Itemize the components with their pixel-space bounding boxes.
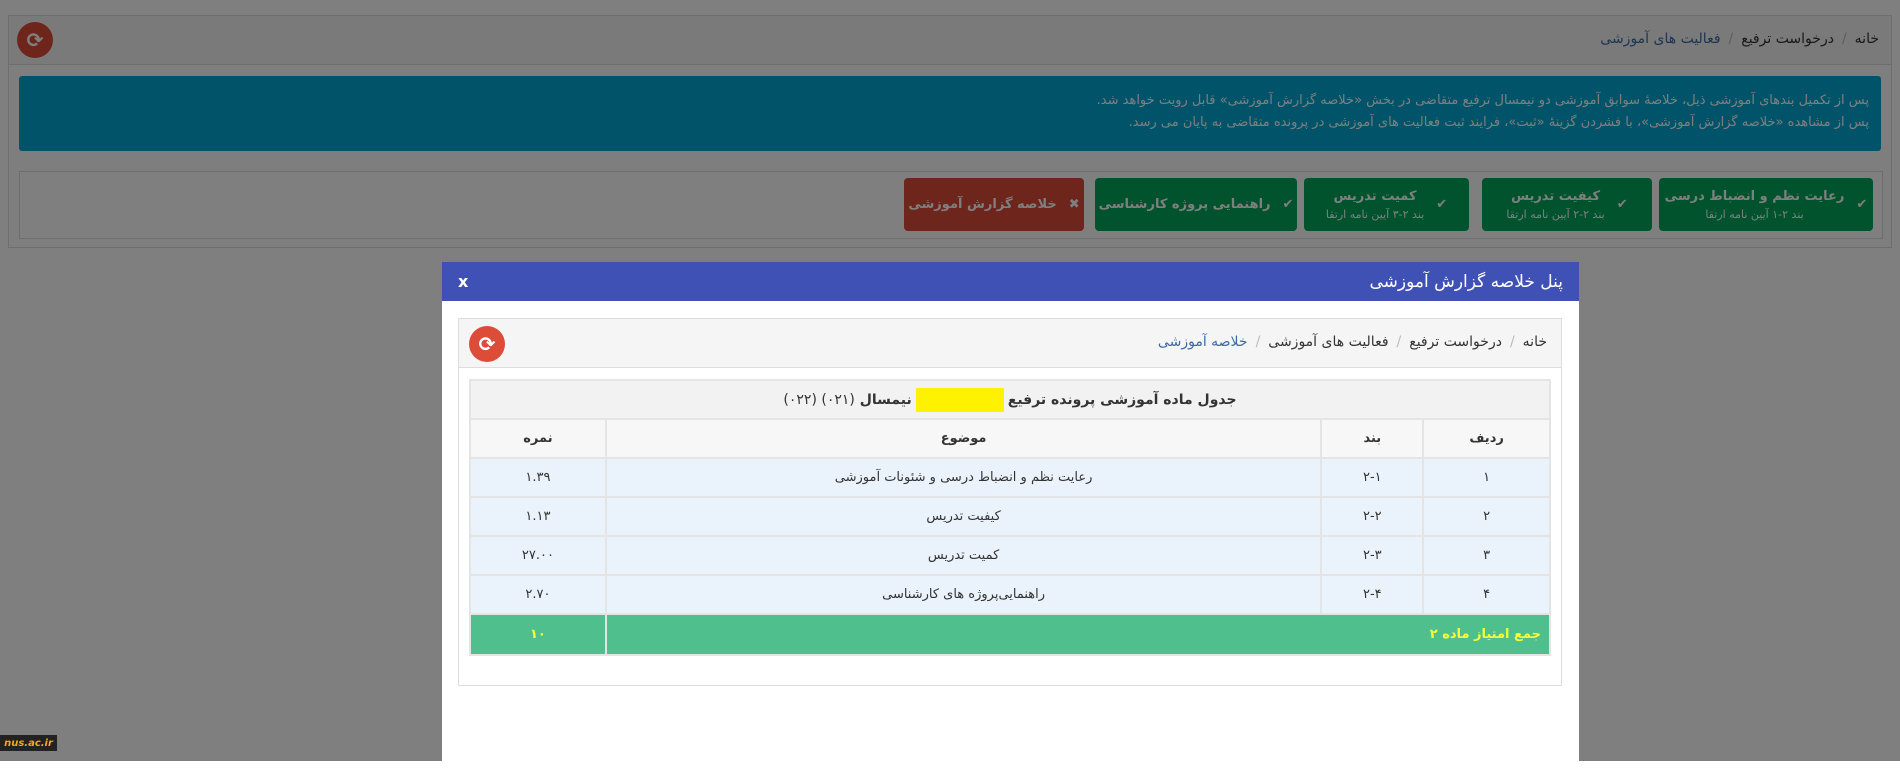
row-number-cell: ۴: [1422, 574, 1551, 615]
table-row: ۱ ۲-۱ رعایت نظم و انضباط درسی و شئونات آمو…: [469, 457, 1551, 498]
clause-cell: ۲-۲: [1320, 496, 1425, 537]
modal-breadcrumb: خانه / درخواست ترفیع / فعالیت های آموزشی / …: [1157, 334, 1547, 350]
table-header-row: ردیف بند موضوع نمره: [469, 418, 1551, 459]
breadcrumb-promotion[interactable]: درخواست ترفیع: [1409, 334, 1502, 350]
subject-cell: راهنمایی‌پروژه های کارشناسی: [604, 574, 1323, 615]
row-number-cell: ۲: [1422, 496, 1551, 537]
summary-modal: پنل خلاصه گزارش آموزشی x ⟳ خانه / درخواست…: [442, 262, 1579, 782]
subject-cell: رعایت نظم و انضباط درسی و شئونات آموزشی: [604, 457, 1323, 498]
semester-values: (۰۲۱) (۰۲۲): [783, 391, 855, 408]
modal-panel-header: ⟳ خانه / درخواست ترفیع / فعالیت های آموزشی…: [459, 319, 1561, 368]
col-subject: موضوع: [604, 418, 1323, 459]
breadcrumb-activities[interactable]: فعالیت های آموزشی: [1268, 334, 1388, 350]
score-cell: ۱.۳۹: [469, 457, 607, 498]
score-cell: ۲۷.۰۰: [469, 535, 607, 576]
modal-title: پنل خلاصه گزارش آموزشی: [1369, 271, 1563, 292]
summary-table: جدول ماده آموزشی پرونده ترفیع نیمسال (۰۲۱…: [469, 379, 1552, 656]
row-number-cell: ۱: [1422, 457, 1551, 498]
table-title-row: جدول ماده آموزشی پرونده ترفیع نیمسال (۰۲۱…: [469, 379, 1551, 420]
clause-cell: ۲-۴: [1320, 574, 1425, 615]
modal-panel: ⟳ خانه / درخواست ترفیع / فعالیت های آموزشی…: [458, 318, 1562, 686]
subject-cell: کیفیت تدریس: [604, 496, 1323, 537]
col-clause: بند: [1320, 418, 1425, 459]
total-value: ۱۰: [469, 613, 607, 656]
refresh-icon: ⟳: [478, 332, 496, 356]
modal-header: پنل خلاصه گزارش آموزشی x: [442, 262, 1579, 301]
clause-cell: ۲-۳: [1320, 535, 1425, 576]
breadcrumb-summary: خلاصه آموزشی: [1157, 334, 1248, 350]
row-number-cell: ۳: [1422, 535, 1551, 576]
breadcrumb-home[interactable]: خانه: [1523, 334, 1547, 350]
table-row: ۴ ۲-۴ راهنمایی‌پروژه های کارشناسی ۲.۷۰: [469, 574, 1551, 615]
table-row: ۳ ۲-۳ کمیت تدریس ۲۷.۰۰: [469, 535, 1551, 576]
close-icon[interactable]: x: [458, 272, 468, 291]
subject-cell: کمیت تدریس: [604, 535, 1323, 576]
col-score: نمره: [469, 418, 607, 459]
table-title: جدول ماده آموزشی پرونده ترفیع: [1007, 391, 1237, 408]
semester-label: نیمسال: [859, 391, 912, 408]
clause-cell: ۲-۱: [1320, 457, 1425, 498]
col-row: ردیف: [1422, 418, 1551, 459]
refresh-button[interactable]: ⟳: [469, 326, 505, 362]
score-cell: ۱.۱۳: [469, 496, 607, 537]
total-label: جمع امتیاز ماده ۲: [604, 613, 1552, 656]
watermark-logo: nus.ac.ir: [0, 735, 57, 751]
total-row: جمع امتیاز ماده ۲ ۱۰: [469, 613, 1552, 656]
score-cell: ۲.۷۰: [469, 574, 607, 615]
highlighted-redaction: [915, 387, 1004, 412]
table-row: ۲ ۲-۲ کیفیت تدریس ۱.۱۳: [469, 496, 1551, 537]
